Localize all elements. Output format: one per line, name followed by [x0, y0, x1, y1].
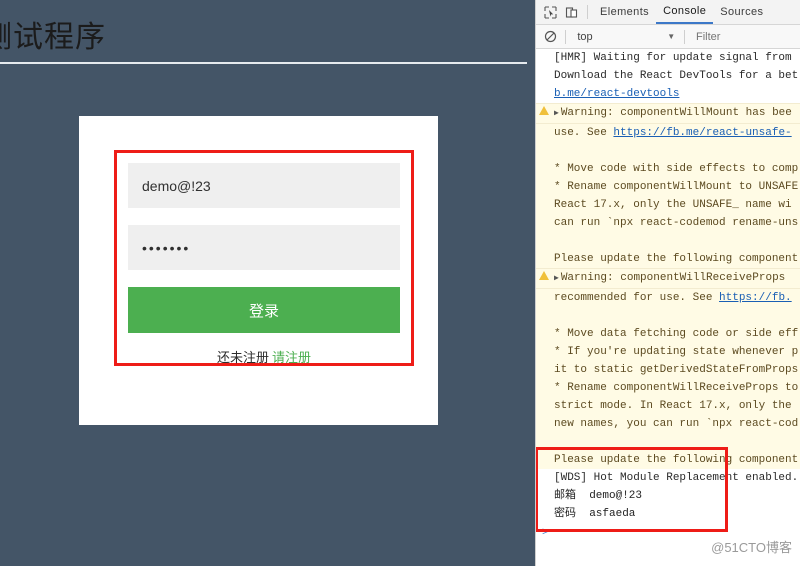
console-message-text: [HMR] Waiting for update signal from	[554, 52, 792, 64]
console-result-value: asfaeda	[589, 508, 636, 520]
console-warning-detail: * Move code with side effects to comp	[536, 160, 800, 178]
console-message-link-row: b.me/react-devtools	[536, 85, 800, 103]
prompt-caret-icon: >	[542, 527, 549, 539]
inspect-element-icon[interactable]	[540, 2, 561, 23]
email-input[interactable]	[128, 163, 400, 208]
console-message-text: Warning: componentWillReceiveProps	[560, 272, 786, 284]
console-message-text: React 17.x, only the UNSAFE_ name wi	[554, 199, 792, 211]
filterbar-divider	[564, 29, 566, 44]
login-submit-button[interactable]: 登录	[128, 287, 400, 333]
execution-context-value: top	[577, 30, 593, 43]
console-message-text: * Rename componentWillMount to UNSAFE	[554, 181, 799, 193]
console-warning-detail	[536, 307, 800, 325]
fb-link[interactable]: https://fb.	[719, 292, 792, 304]
console-result-label: 密码	[554, 508, 576, 520]
tab-sources[interactable]: Sources	[713, 2, 770, 23]
console-message: [HMR] Waiting for update signal from	[536, 49, 800, 67]
tab-elements[interactable]: Elements	[593, 2, 656, 23]
expand-arrow-icon[interactable]: ▶	[554, 109, 559, 118]
devtools-panel: Elements Console Sources top ▼ [HMR] Wai…	[535, 0, 800, 566]
console-warning-detail: recommended for use. See https://fb.	[536, 289, 800, 307]
console-warning-detail: use. See https://fb.me/react-unsafe-	[536, 124, 800, 142]
password-input[interactable]	[128, 225, 400, 270]
warning-triangle-icon	[539, 106, 549, 115]
execution-context-select[interactable]: top ▼	[570, 28, 679, 46]
console-message-text: Please update the following component	[554, 454, 799, 466]
clear-console-icon[interactable]	[541, 26, 560, 47]
console-message-text: Warning: componentWillMount has bee	[560, 107, 792, 119]
console-warning-detail: new names, you can run `npx react-cod	[536, 415, 800, 433]
toolbar-divider	[587, 5, 588, 19]
chevron-down-icon: ▼	[667, 32, 676, 41]
react-unsafe-link[interactable]: https://fb.me/react-unsafe-	[613, 127, 791, 139]
watermark: @51CTO博客	[711, 540, 792, 555]
console-warning-detail: * If you're updating state whenever p	[536, 343, 800, 361]
console-warning-detail	[536, 232, 800, 250]
console-warning-detail: React 17.x, only the UNSAFE_ name wi	[536, 196, 800, 214]
console-warning-detail: * Rename componentWillReceiveProps to	[536, 379, 800, 397]
console-result-label: 邮箱	[554, 490, 576, 502]
console-message-text: Please update the following component	[554, 253, 799, 265]
console-result-row: 邮箱 demo@!23	[536, 487, 800, 505]
application-pane: 测试程序 登录 还未注册请注册	[0, 0, 535, 566]
console-message: Download the React DevTools for a bet	[536, 67, 800, 85]
page-title: 测试程序	[0, 21, 106, 54]
console-filter-input[interactable]	[690, 27, 800, 46]
register-prompt-text: 还未注册	[216, 350, 269, 365]
devtools-tabbar: Elements Console Sources	[536, 0, 800, 25]
console-warning-detail: * Rename componentWillMount to UNSAFE	[536, 178, 800, 196]
console-message-text: * If you're updating state whenever p	[554, 346, 799, 358]
register-row: 还未注册 请注册	[128, 347, 400, 366]
title-divider	[0, 62, 527, 64]
filterbar-divider-2	[684, 29, 685, 44]
console-message-text: use. See	[554, 127, 614, 139]
login-card: 登录 还未注册请注册	[79, 116, 438, 425]
console-message-text: * Rename componentWillReceiveProps to	[554, 382, 799, 394]
console-warning-detail: Please update the following component	[536, 250, 800, 268]
console-result-value: demo@!23	[589, 490, 643, 502]
device-toolbar-icon[interactable]	[561, 2, 582, 23]
console-warning-detail: strict mode. In React 17.x, only the	[536, 397, 800, 415]
console-warning-detail: Please update the following component	[536, 451, 800, 469]
warning-triangle-icon	[539, 271, 549, 280]
login-form: 登录 还未注册请注册	[128, 163, 400, 366]
console-message-text: can run `npx react-codemod rename-uns	[554, 217, 799, 229]
console-message: [WDS] Hot Module Replacement enabled.	[536, 469, 800, 487]
console-result-row: 密码 asfaeda	[536, 505, 800, 523]
tab-console[interactable]: Console	[656, 1, 714, 24]
console-message-text: * Move code with side effects to comp	[554, 163, 799, 175]
console-message-text: recommended for use. See	[554, 292, 720, 304]
console-warning-detail	[536, 142, 800, 160]
console-message-text: Download the React DevTools for a bet	[554, 70, 799, 82]
console-warning-detail: can run `npx react-codemod rename-uns	[536, 214, 800, 232]
console-message-text: new names, you can run `npx react-cod	[554, 418, 799, 430]
console-message-text: * Move data fetching code or side eff	[554, 328, 799, 340]
console-message-text: it to static getDerivedStateFromProps	[554, 364, 799, 376]
register-link[interactable]: 请注册	[272, 350, 311, 365]
console-warning: ▶ Warning: componentWillMount has bee	[536, 103, 800, 124]
console-message-list[interactable]: [HMR] Waiting for update signal from Dow…	[536, 49, 800, 539]
console-message-text: [WDS] Hot Module Replacement enabled.	[554, 472, 799, 484]
console-warning-detail: it to static getDerivedStateFromProps	[536, 361, 800, 379]
expand-arrow-icon[interactable]: ▶	[554, 274, 559, 283]
console-filter-bar: top ▼	[536, 25, 800, 49]
console-warning-detail: * Move data fetching code or side eff	[536, 325, 800, 343]
console-warning: ▶ Warning: componentWillReceiveProps	[536, 268, 800, 289]
console-prompt[interactable]: >	[536, 523, 800, 539]
react-devtools-link[interactable]: b.me/react-devtools	[554, 88, 679, 100]
console-warning-detail	[536, 433, 800, 451]
console-message-text: strict mode. In React 17.x, only the	[554, 400, 792, 412]
